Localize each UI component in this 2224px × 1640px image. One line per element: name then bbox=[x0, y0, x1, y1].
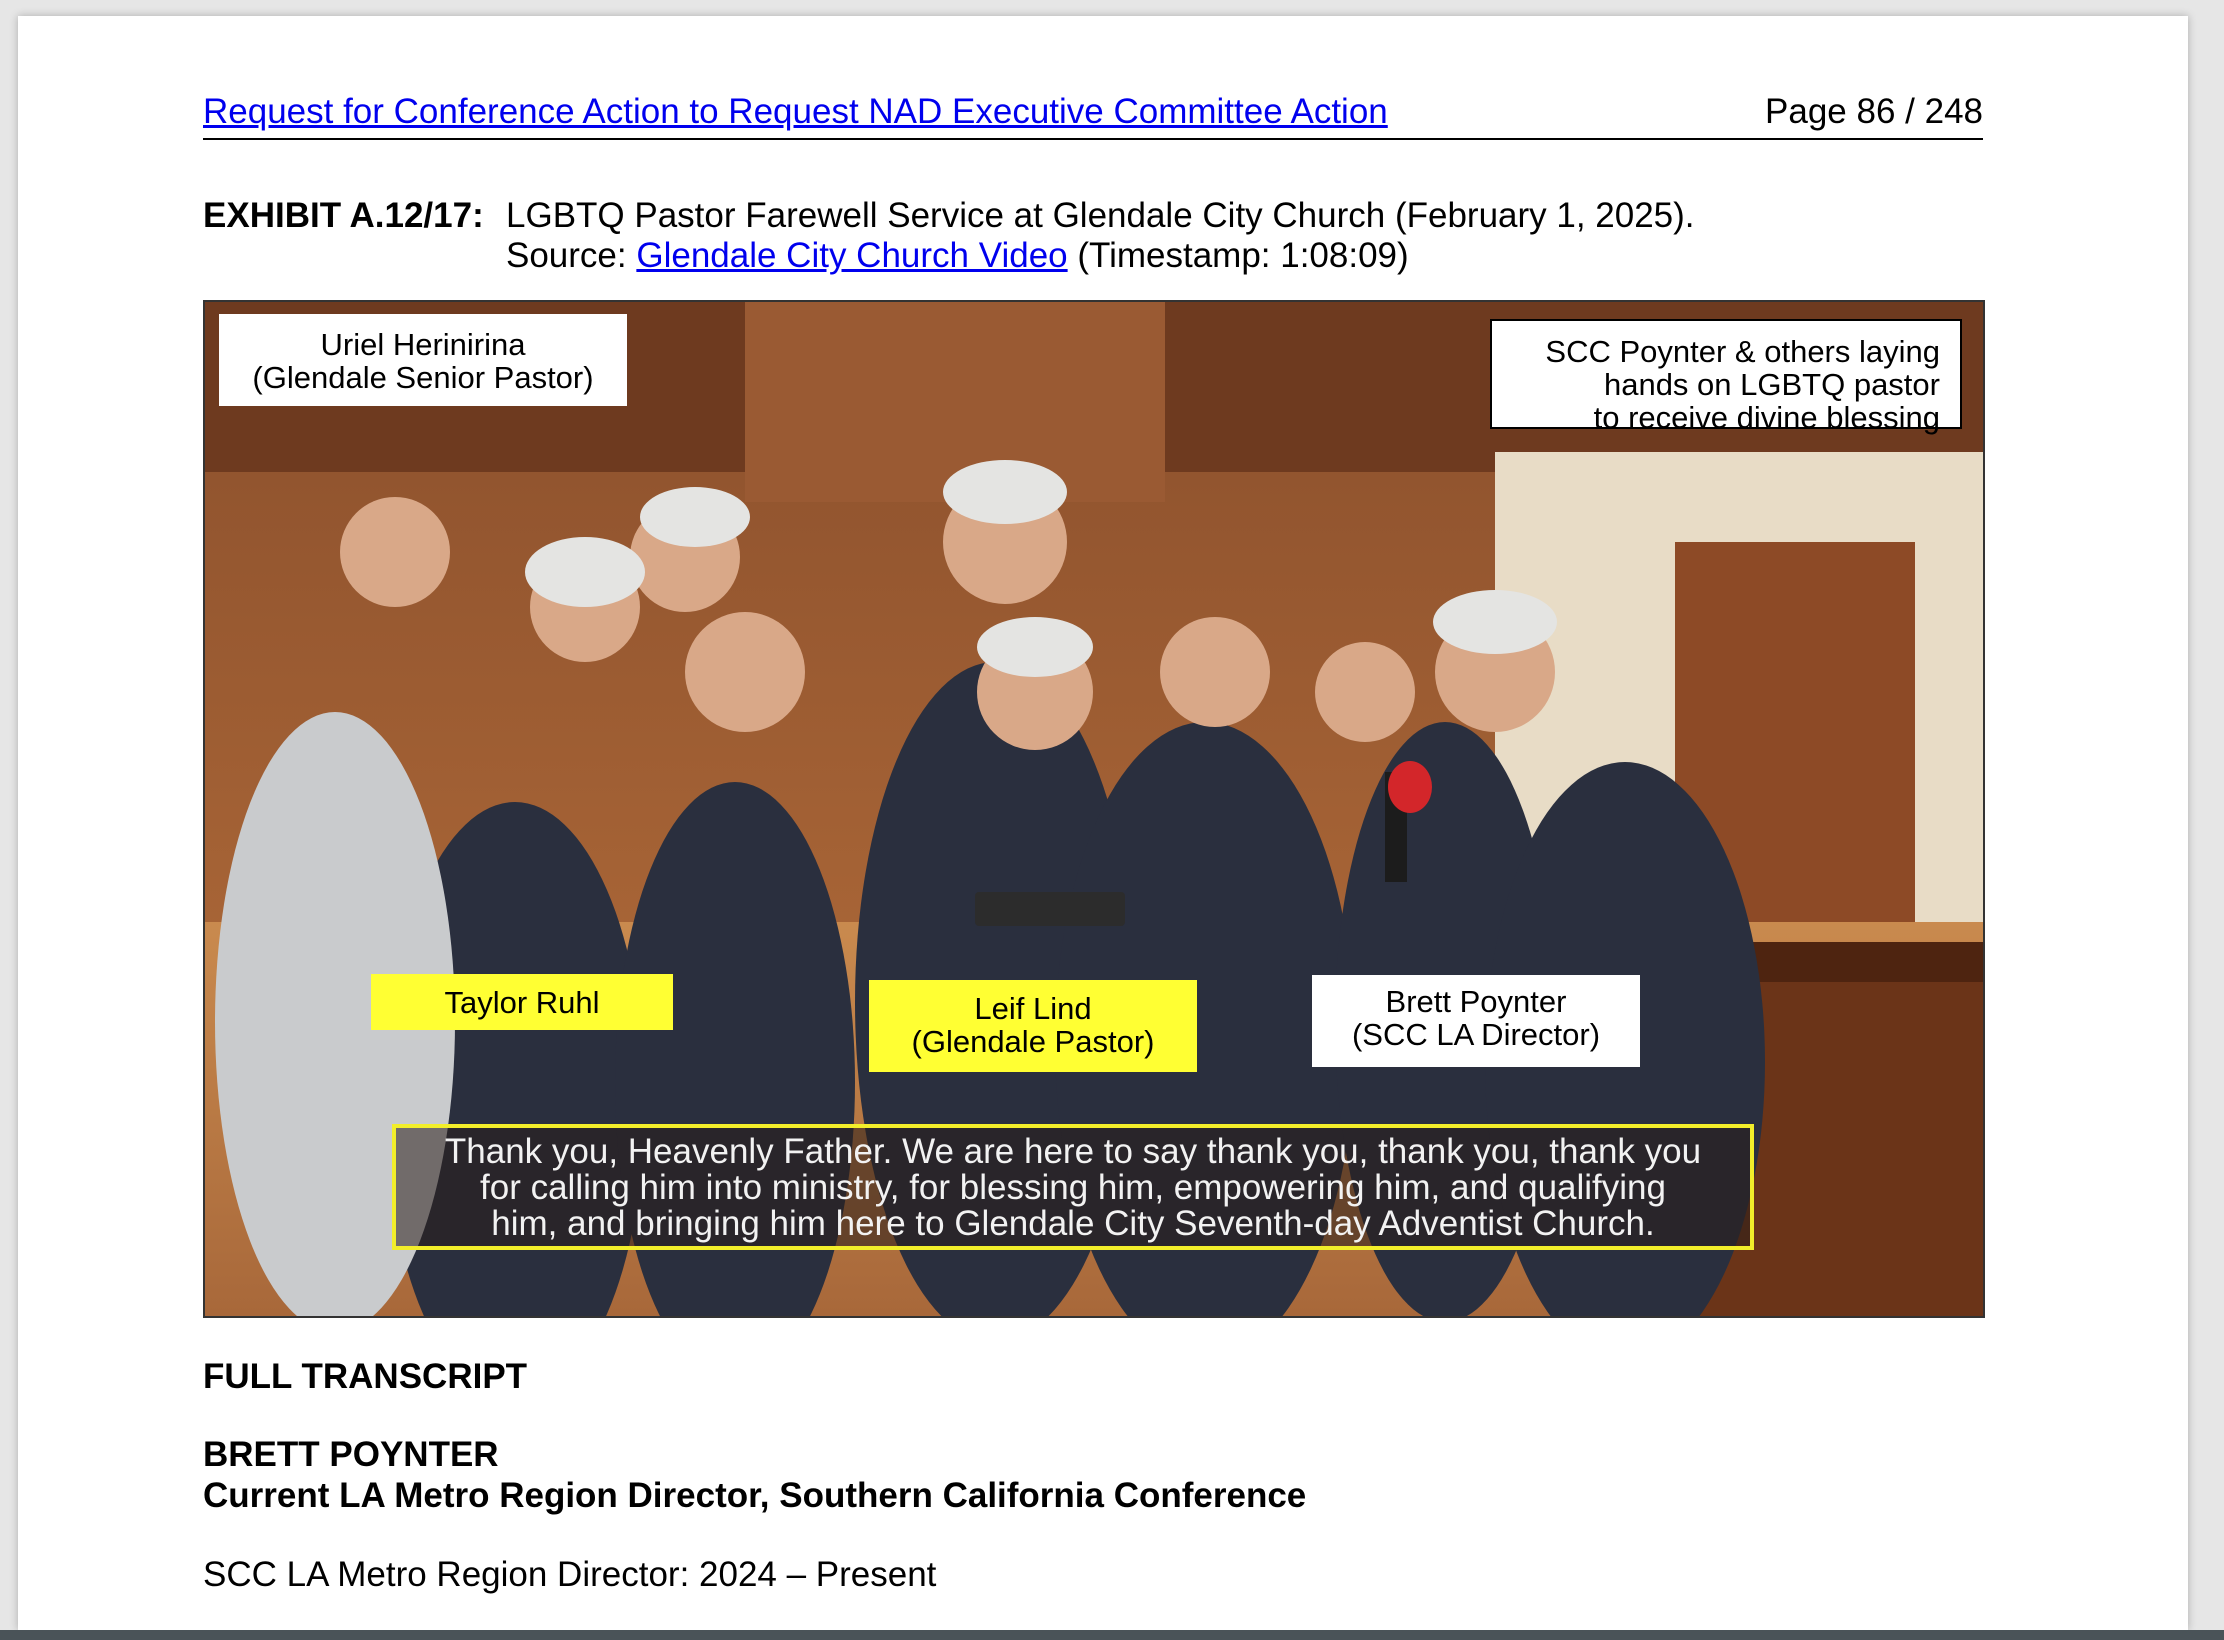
leif-name: Leif Lind bbox=[974, 991, 1092, 1026]
brett-role: (SCC LA Director) bbox=[1351, 1017, 1601, 1052]
speaker-name: BRETT POYNTER bbox=[203, 1435, 499, 1474]
label-uriel-herinirina: Uriel Herinirina (Glendale Senior Pastor… bbox=[219, 314, 627, 406]
uriel-name: Uriel Herinirina bbox=[320, 327, 526, 362]
source-timestamp: (Timestamp: 1:08:09) bbox=[1067, 236, 1409, 275]
note-line-2: hands on LGBTQ pastor bbox=[1603, 367, 1940, 402]
exhibit-label: EXHIBIT A.12/17: bbox=[203, 196, 484, 235]
label-leif-lind: Leif Lind (Glendale Pastor) bbox=[869, 980, 1197, 1072]
page-number: Page 86 / 248 bbox=[1765, 92, 1983, 131]
caption-line-1: Thank you, Heavenly Father. We are here … bbox=[444, 1132, 1702, 1171]
video-caption: Thank you, Heavenly Father. We are here … bbox=[392, 1124, 1754, 1250]
source-prefix: Source: bbox=[506, 236, 637, 275]
uriel-role: (Glendale Senior Pastor) bbox=[252, 360, 594, 395]
label-brett-poynter: Brett Poynter (SCC LA Director) bbox=[1312, 975, 1640, 1067]
page-header: Request for Conference Action to Request… bbox=[203, 92, 1983, 140]
label-taylor-ruhl: Taylor Ruhl bbox=[371, 974, 673, 1030]
brett-name: Brett Poynter bbox=[1385, 984, 1567, 1019]
speaker-title: Current LA Metro Region Director, Southe… bbox=[203, 1476, 1307, 1515]
transcript-heading: FULL TRANSCRIPT bbox=[203, 1357, 528, 1396]
taylor-name: Taylor Ruhl bbox=[444, 985, 600, 1020]
caption-line-2: for calling him into ministry, for bless… bbox=[480, 1168, 1666, 1207]
note-line-3: to receive divine blessing bbox=[1593, 400, 1940, 435]
exhibit-source: Source: Glendale City Church Video (Time… bbox=[506, 236, 1409, 276]
document-title-link[interactable]: Request for Conference Action to Request… bbox=[203, 92, 1388, 132]
note-line-1: SCC Poynter & others laying bbox=[1545, 334, 1940, 369]
window-bottom-bar bbox=[0, 1630, 2224, 1640]
exhibit-title: LGBTQ Pastor Farewell Service at Glendal… bbox=[506, 196, 1695, 235]
exhibit-photo: Uriel Herinirina (Glendale Senior Pastor… bbox=[203, 300, 1985, 1318]
label-laying-hands-note: SCC Poynter & others laying hands on LGB… bbox=[1490, 319, 1962, 434]
speaker-tenure: SCC LA Metro Region Director: 2024 – Pre… bbox=[203, 1555, 937, 1594]
leif-role: (Glendale Pastor) bbox=[911, 1024, 1155, 1059]
source-video-link[interactable]: Glendale City Church Video bbox=[636, 236, 1067, 275]
caption-line-3: him, and bringing him here to Glendale C… bbox=[491, 1204, 1655, 1243]
